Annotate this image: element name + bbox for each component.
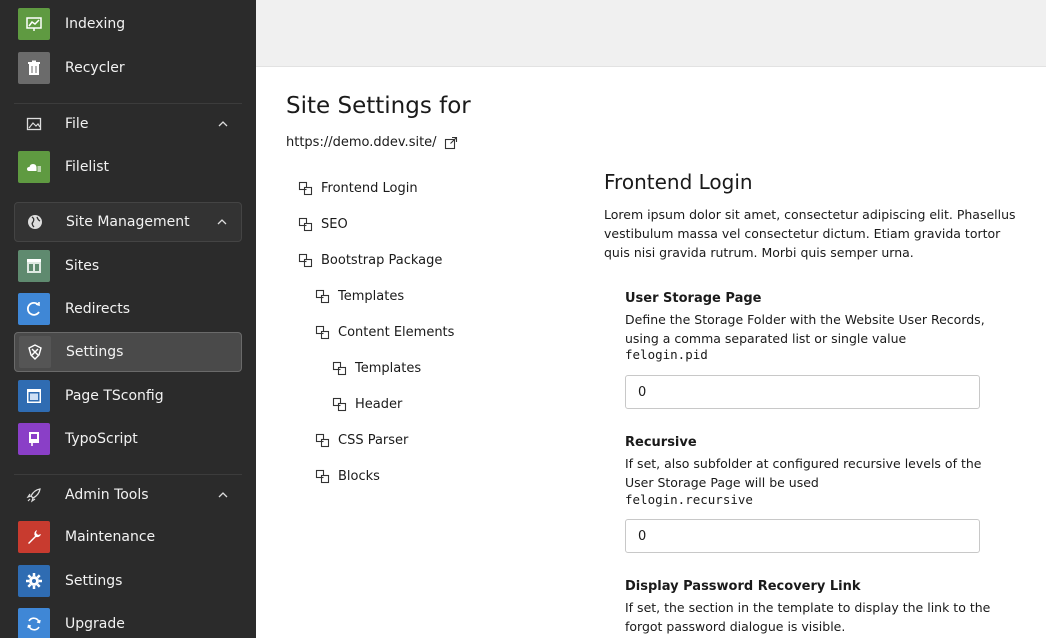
sidebar-item-label: Settings bbox=[66, 344, 124, 360]
sidebar-section-label: Admin Tools bbox=[65, 486, 149, 503]
setting-key: felogin.pid bbox=[625, 347, 708, 362]
category-icon bbox=[298, 217, 313, 231]
settings-shield-icon bbox=[19, 336, 51, 368]
setting-description: Define the Storage Folder with the Websi… bbox=[625, 312, 985, 346]
sidebar-item-label: Maintenance bbox=[65, 529, 156, 545]
sidebar-section-site-management[interactable]: Site Management bbox=[14, 202, 242, 242]
page-title: Site Settings for bbox=[286, 93, 471, 119]
sidebar-item-typoscript[interactable]: TypoScript bbox=[14, 419, 242, 459]
sidebar-item-redirects[interactable]: Redirects bbox=[14, 289, 242, 329]
tree-item-css-parser[interactable]: CSS Parser bbox=[315, 430, 408, 450]
chevron-up-icon[interactable] bbox=[216, 117, 230, 131]
trash-icon bbox=[18, 52, 50, 84]
sidebar-section-file[interactable]: File bbox=[14, 103, 242, 143]
wrench-icon bbox=[18, 521, 50, 553]
category-icon bbox=[315, 433, 330, 447]
category-icon bbox=[332, 361, 347, 375]
sidebar-item-label: Filelist bbox=[65, 159, 109, 175]
redirect-icon bbox=[18, 293, 50, 325]
sidebar-item-label: Page TSconfig bbox=[65, 388, 164, 404]
tree-item-blocks[interactable]: Blocks bbox=[315, 466, 380, 486]
tree-item-label: SEO bbox=[321, 216, 348, 232]
tree-item-frontend-login[interactable]: Frontend Login bbox=[298, 178, 418, 198]
setting-label: Recursive bbox=[625, 435, 697, 450]
tree-item-label: CSS Parser bbox=[338, 432, 409, 448]
sidebar-item-sites[interactable]: Sites bbox=[14, 246, 242, 286]
section-description: Lorem ipsum dolor sit amet, consectetur … bbox=[604, 207, 1016, 260]
tree-item-label: Bootstrap Package bbox=[321, 252, 443, 268]
chart-icon bbox=[18, 8, 50, 40]
tree-item-label: Templates bbox=[355, 360, 422, 376]
site-url-link[interactable]: https://demo.ddev.site/ bbox=[286, 135, 458, 150]
refresh-icon bbox=[18, 608, 50, 638]
tree-item-label: Header bbox=[355, 396, 403, 412]
user-storage-page-input[interactable] bbox=[625, 375, 980, 409]
tree-item-content-templates[interactable]: Templates bbox=[332, 358, 421, 378]
sidebar-section-admin-tools[interactable]: Admin Tools bbox=[14, 474, 242, 514]
sidebar-item-label: Sites bbox=[65, 258, 100, 274]
tree-item-label: Blocks bbox=[338, 468, 380, 484]
typoscript-icon bbox=[18, 423, 50, 455]
chevron-up-icon[interactable] bbox=[215, 215, 229, 229]
tree-item-content-elements[interactable]: Content Elements bbox=[315, 322, 454, 342]
cloud-icon bbox=[18, 151, 50, 183]
sidebar-item-label: Recycler bbox=[65, 60, 125, 76]
recursive-input[interactable] bbox=[625, 519, 980, 553]
external-link-icon bbox=[444, 136, 457, 149]
tree-item-label: Templates bbox=[338, 288, 405, 304]
module-sidebar: Indexing Recycler File Filelist Site Man… bbox=[0, 0, 256, 638]
sidebar-item-upgrade[interactable]: Upgrade bbox=[14, 604, 242, 638]
category-icon bbox=[332, 397, 347, 411]
sidebar-item-settings-site[interactable]: Settings bbox=[14, 332, 242, 372]
chevron-up-icon[interactable] bbox=[216, 488, 230, 502]
sidebar-item-indexing[interactable]: Indexing bbox=[14, 4, 242, 44]
image-icon bbox=[18, 108, 50, 140]
category-icon bbox=[315, 289, 330, 303]
sidebar-section-label: File bbox=[65, 115, 89, 132]
globe-icon bbox=[19, 206, 51, 238]
sidebar-item-settings-admin[interactable]: Settings bbox=[14, 561, 242, 601]
setting-key: felogin.recursive bbox=[625, 492, 753, 507]
page-layout-icon bbox=[18, 380, 50, 412]
tree-item-header[interactable]: Header bbox=[332, 394, 402, 414]
module-docheader bbox=[256, 0, 1046, 67]
sidebar-item-filelist[interactable]: Filelist bbox=[14, 147, 242, 187]
sidebar-section-label: Site Management bbox=[66, 214, 190, 230]
rocket-icon bbox=[18, 479, 50, 511]
sidebar-item-label: Redirects bbox=[65, 301, 131, 317]
category-icon bbox=[315, 325, 330, 339]
sidebar-item-label: Settings bbox=[65, 573, 123, 589]
category-icon bbox=[298, 253, 313, 267]
site-url-text: https://demo.ddev.site/ bbox=[286, 135, 437, 150]
category-icon bbox=[298, 181, 313, 195]
setting-description: If set, the section in the template to d… bbox=[625, 600, 991, 634]
sites-icon bbox=[18, 250, 50, 282]
setting-label: User Storage Page bbox=[625, 291, 762, 306]
category-icon bbox=[315, 469, 330, 483]
section-heading: Frontend Login bbox=[604, 170, 753, 194]
tree-item-label: Content Elements bbox=[338, 324, 455, 340]
gear-icon bbox=[18, 565, 50, 597]
sidebar-item-recycler[interactable]: Recycler bbox=[14, 48, 242, 88]
sidebar-item-maintenance[interactable]: Maintenance bbox=[14, 517, 242, 557]
tree-item-templates[interactable]: Templates bbox=[315, 286, 404, 306]
tree-item-seo[interactable]: SEO bbox=[298, 214, 348, 234]
sidebar-item-page-tsconfig[interactable]: Page TSconfig bbox=[14, 376, 242, 416]
sidebar-item-label: Upgrade bbox=[65, 616, 125, 632]
setting-label: Display Password Recovery Link bbox=[625, 579, 861, 594]
sidebar-item-label: TypoScript bbox=[65, 431, 138, 447]
tree-item-bootstrap-package[interactable]: Bootstrap Package bbox=[298, 250, 442, 270]
setting-description: If set, also subfolder at configured rec… bbox=[625, 456, 982, 490]
sidebar-item-label: Indexing bbox=[65, 16, 126, 32]
tree-item-label: Frontend Login bbox=[321, 180, 418, 196]
